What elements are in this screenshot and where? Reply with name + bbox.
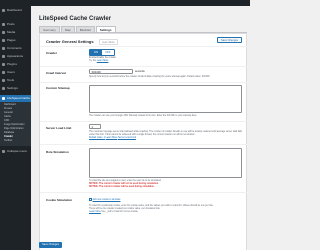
crawler-label: Crawler [46, 51, 58, 55]
cookie-simulation-label: Cookie Simulation [46, 198, 73, 202]
plugin-icon [2, 63, 5, 66]
divider [40, 144, 247, 145]
sidebar-item-litespeed-cache[interactable]: LiteSpeed Cache [0, 95, 31, 102]
brush-icon [2, 55, 5, 58]
page-title: LiteSpeed Cache Crawler [39, 16, 112, 22]
add-cookie-link[interactable]: Add new cookie to simulate [93, 199, 121, 201]
toggle-off[interactable]: OFF [102, 50, 114, 55]
section-title: Crawler General Settings [46, 39, 94, 44]
role-simulation-label: Role Simulation [46, 150, 69, 154]
sidebar-item-dashboard[interactable]: Dashboard [0, 7, 31, 14]
collapse-menu-button[interactable]: Collapse menu [0, 148, 31, 155]
custom-sitemap-textarea[interactable] [89, 85, 242, 113]
learn-more-badge[interactable]: Learn More [99, 39, 118, 45]
custom-sitemap-label: Custom Sitemap [46, 86, 70, 90]
user-icon [2, 71, 5, 74]
divider [40, 46, 247, 47]
sidebar-item-posts[interactable]: Posts [0, 21, 31, 28]
server-load-links: Default value: 1 Learn More Server Load … [89, 137, 136, 140]
sidebar-item-tools[interactable]: Tools [0, 77, 31, 84]
cookie-learn-more-link[interactable]: Learn More [89, 211, 101, 213]
save-changes-button[interactable]: Save Changes [39, 242, 63, 248]
collapse-icon [2, 150, 5, 153]
pin-icon [2, 23, 5, 26]
divider [40, 192, 247, 193]
crawler-toggle[interactable]: ON OFF [89, 49, 115, 56]
server-load-limit-input[interactable]: 1 [89, 124, 101, 129]
crawler-learn-more-link[interactable]: Learn More [97, 60, 109, 62]
role-simulation-notice-2: NOTICE: The current crawler will be used… [89, 186, 155, 188]
page-icon [2, 39, 5, 42]
admin-sidebar: Dashboard Posts Media Pages Comments App… [0, 6, 31, 250]
sidebar-item-plugins[interactable]: Plugins [0, 61, 31, 68]
comment-icon [2, 47, 5, 50]
settings-panel: Crawler General Settings Learn More Save… [39, 33, 247, 250]
server-load-limit-link[interactable]: Server Load Limit [118, 137, 136, 139]
crawl-interval-unit: seconds [135, 70, 145, 73]
main-content: LiteSpeed Cache Crawler Summary Map Bloc… [31, 6, 250, 250]
add-cookie-row[interactable]: Add new cookie to simulate [89, 198, 120, 202]
server-load-learn-more-link[interactable]: Learn More [106, 137, 118, 139]
sidebar-item-settings[interactable]: Settings [0, 85, 31, 92]
divider [40, 82, 247, 83]
wrench-icon [2, 79, 5, 82]
sidebar-item-comments[interactable]: Comments [0, 45, 31, 52]
save-changes-top-button[interactable]: Save Changes [216, 37, 242, 43]
sidebar-item-media[interactable]: Media [0, 29, 31, 36]
divider [40, 66, 247, 67]
cookie-simulation-description-3: Learn More Use _null to crawl for not se… [89, 211, 139, 213]
divider [40, 121, 247, 122]
media-icon [2, 31, 5, 34]
litespeed-icon [2, 97, 5, 100]
settings-icon [2, 87, 5, 90]
plus-icon [89, 198, 92, 201]
custom-sitemap-description: The crawler can use your Google XML Site… [89, 115, 198, 117]
crawl-interval-description: Specify how long in seconds before the c… [89, 76, 210, 78]
sidebar-item-users[interactable]: Users [0, 69, 31, 76]
sidebar-item-pages[interactable]: Pages [0, 37, 31, 44]
dashboard-icon [2, 9, 5, 12]
default-value-link[interactable]: Default value: 1 [89, 137, 105, 139]
crawl-interval-input[interactable]: 302400 [89, 69, 133, 74]
crawl-interval-label: Crawl Interval [46, 71, 66, 75]
crawler-hint: Try the Learn More [89, 60, 109, 62]
submenu-item-toolbox[interactable]: Toolbox [0, 139, 31, 143]
server-load-limit-label: Server Load Limit [46, 126, 72, 130]
sidebar-item-appearance[interactable]: Appearance [0, 53, 31, 60]
role-simulation-textarea[interactable] [89, 148, 242, 178]
toggle-on[interactable]: ON [90, 50, 102, 55]
